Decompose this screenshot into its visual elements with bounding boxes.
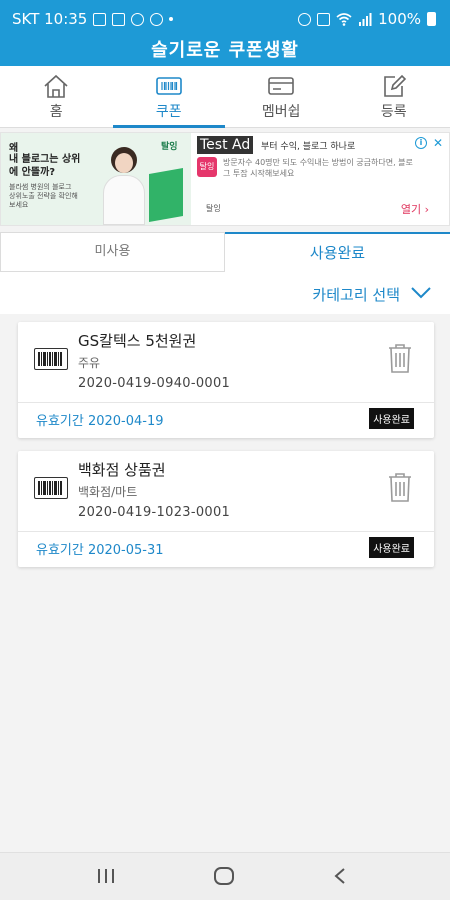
barcode-icon: [155, 77, 182, 95]
back-icon[interactable]: [333, 867, 347, 885]
gallery-notification-icon: [93, 12, 107, 26]
coupon-name: 백화점 상품권: [78, 461, 166, 479]
ad-open-button[interactable]: 열기 ›: [401, 201, 429, 217]
test-ad-tag: Test Ad: [197, 136, 254, 154]
tab-used[interactable]: 사용완료: [225, 232, 450, 272]
ad-green-book: [149, 168, 183, 222]
coupon-expiry: 유효기간 2020-05-31: [36, 543, 164, 558]
coupon-category: 백화점/마트: [78, 485, 138, 499]
system-nav-bar: [0, 852, 450, 900]
tab-unused[interactable]: 미사용: [0, 232, 225, 272]
chat-notification-icon: [131, 12, 145, 26]
ad-image-title: 왜: [9, 143, 19, 154]
ad-info-icon[interactable]: i: [415, 137, 427, 149]
app-title: 슬기로운 쿠폰생활: [151, 40, 299, 61]
ad-open-label: 열기: [400, 203, 422, 216]
signal-icon: [359, 13, 372, 26]
ad-body-text: 방문자수 40명만 되도 수익내는 방법이 궁금하다면, 블로그 투잡 시작해보…: [223, 158, 413, 178]
coupon-name: GS칼텍스 5천원권: [78, 332, 197, 350]
coupon-expiry: 유효기간 2020-04-19: [36, 414, 164, 429]
card-divider: [18, 531, 434, 532]
ad-advertiser-logo: 탈잉: [197, 157, 217, 177]
category-select[interactable]: 카테고리 선택: [0, 272, 450, 314]
tab-coupon-label: 쿠폰: [155, 104, 182, 120]
tab-home[interactable]: 홈: [0, 66, 113, 127]
coupon-code: 2020-0419-1023-0001: [78, 505, 231, 520]
battery-icon: [427, 12, 436, 26]
alarm-icon: [298, 12, 312, 26]
ad-person-illustration: [101, 147, 147, 225]
card-icon: [268, 77, 295, 95]
ad-image-headline: 내 블로그는 상위에 안뜰까?: [9, 154, 81, 178]
used-status-badge: 사용완료: [369, 537, 414, 558]
wifi-icon: [336, 13, 352, 26]
tab-membership[interactable]: 멤버쉽: [225, 66, 338, 127]
mute-icon: [317, 12, 331, 26]
ad-close-icon[interactable]: ✕: [433, 136, 443, 150]
minus-circle-notification-icon: [150, 12, 164, 26]
chevron-right-icon: ›: [424, 203, 429, 216]
ad-headline: 부터 수익, 블로그 하나로: [261, 142, 356, 152]
trash-icon[interactable]: [386, 342, 414, 374]
app-header: SKT 10:35 100% 슬기로운 쿠폰생활: [0, 0, 450, 66]
ad-banner[interactable]: 왜 내 블로그는 상위에 안뜰까? 블라썸 병원의 블로그 상위노출 전략을 확…: [0, 132, 450, 226]
barcode-icon: [34, 477, 68, 499]
coupon-category: 주유: [78, 356, 101, 370]
barcode-icon: [34, 348, 68, 370]
home-icon: [44, 74, 68, 98]
ad-image-brand: 탈잉: [161, 142, 178, 152]
recent-apps-icon[interactable]: [96, 867, 116, 885]
tab-home-label: 홈: [49, 104, 63, 120]
ad-image-subtext: 블라썸 병원의 블로그 상위노출 전략을 확인해보세요: [9, 183, 78, 209]
carrier-time: SKT 10:35: [12, 10, 88, 28]
message-notification-icon: [112, 12, 126, 26]
tab-register[interactable]: 등록: [338, 66, 450, 127]
tab-membership-label: 멤버쉽: [261, 104, 301, 120]
card-divider: [18, 402, 434, 403]
status-bar: SKT 10:35 100%: [0, 8, 450, 32]
ad-advertiser-name: 탈잉: [206, 204, 221, 213]
battery-percent: 100%: [378, 10, 421, 28]
home-button-icon[interactable]: [213, 867, 235, 885]
ad-image[interactable]: 왜 내 블로그는 상위에 안뜰까? 블라썸 병원의 블로그 상위노출 전략을 확…: [1, 133, 191, 225]
category-select-label: 카테고리 선택: [312, 286, 400, 304]
coupon-code: 2020-0419-0940-0001: [78, 376, 231, 391]
chevron-down-icon: [411, 287, 431, 299]
coupon-card[interactable]: GS칼텍스 5천원권 주유 2020-0419-0940-0001 유효기간 2…: [18, 322, 434, 438]
main-nav: 홈 쿠폰 멤버쉽 등록: [0, 66, 450, 128]
coupon-status-tabs: 미사용 사용완료: [0, 232, 450, 272]
trash-icon[interactable]: [386, 471, 414, 503]
tab-register-label: 등록: [380, 104, 407, 120]
coupon-card[interactable]: 백화점 상품권 백화점/마트 2020-0419-1023-0001 유효기간 …: [18, 451, 434, 567]
edit-icon: [383, 74, 406, 97]
more-notifications-icon: [169, 17, 174, 21]
tab-coupon[interactable]: 쿠폰: [112, 66, 226, 128]
used-status-badge: 사용완료: [369, 408, 414, 429]
